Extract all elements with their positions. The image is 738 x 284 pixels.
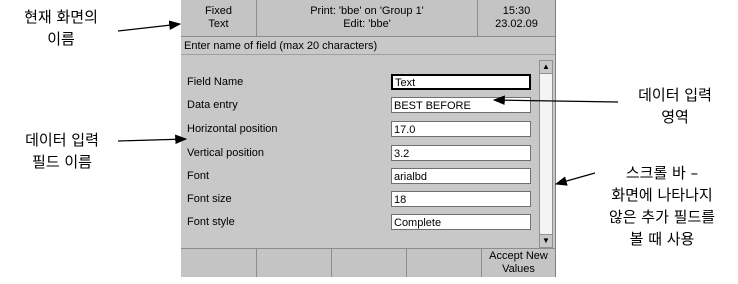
mode-indicator: Fixed Text [181, 0, 257, 37]
field-label: Font size [187, 193, 232, 205]
field-label: Font style [187, 216, 235, 228]
field-label: Font [187, 170, 210, 182]
field-row-field-name: Field Name Text [184, 74, 534, 92]
clock: 15:30 23.02.09 [478, 0, 555, 37]
field-name-input[interactable]: Text [391, 74, 531, 90]
print-status-line2: Edit: 'bbe' [343, 18, 391, 30]
print-status: Print: 'bbe' on 'Group 1' Edit: 'bbe' [257, 0, 478, 37]
mode-line1: Fixed [205, 5, 232, 17]
field-row-font: Font arialbd [184, 168, 534, 186]
font-input[interactable]: arialbd [391, 168, 531, 184]
annotation-data-area-line1: 데이터 입력 [638, 86, 712, 104]
mode-line2: Text [208, 18, 229, 30]
softkey-3[interactable] [332, 248, 407, 277]
field-row-vertical-position: Vertical position 3.2 [184, 145, 534, 163]
annotation-scroll-bar: 스크롤 바 – 화면에 나타나지 않은 추가 필드를 볼 때 사용 [590, 162, 734, 250]
annotation-scroll-bar-line2: 화면에 나타나지 [611, 186, 713, 204]
clock-date: 23.02.09 [495, 18, 538, 30]
annotation-field-names: 데이터 입력 필드 이름 [2, 129, 122, 173]
field-panel: Field Name Text Data entry BEST BEFORE H… [184, 60, 534, 246]
softkey-1[interactable] [181, 248, 257, 277]
field-row-horizontal-position: Horizontal position 17.0 [184, 121, 534, 139]
annotation-data-area-line2: 영역 [661, 108, 689, 126]
arrow-screen-name [117, 20, 182, 32]
softkey-2[interactable] [257, 248, 332, 277]
scroll-up-icon[interactable]: ▲ [540, 61, 552, 74]
annotation-screen-name-line2: 이름 [47, 30, 75, 48]
field-label: Field Name [187, 76, 244, 88]
annotation-scroll-bar-line3: 않은 추가 필드를 [608, 208, 716, 226]
accept-new-values-line1: Accept New [489, 250, 548, 262]
arrow-field-names [117, 134, 188, 145]
message-bar: Enter name of field (max 20 characters) [181, 37, 555, 55]
device-screen: Fixed Text Print: 'bbe' on 'Group 1' Edi… [181, 0, 556, 277]
scroll-bar[interactable]: ▲ ▼ [539, 60, 553, 248]
field-label: Data entry [187, 99, 238, 111]
clock-time: 15:30 [502, 5, 531, 17]
data-entry-input[interactable]: BEST BEFORE [391, 97, 531, 113]
accept-new-values-line2: Values [502, 263, 535, 275]
vertical-position-input[interactable]: 3.2 [391, 145, 531, 161]
annotation-data-area: 데이터 입력 영역 [620, 84, 730, 128]
scroll-down-icon[interactable]: ▼ [540, 234, 552, 247]
font-style-input[interactable]: Complete [391, 214, 531, 230]
accept-new-values-button[interactable]: Accept New Values [482, 248, 555, 277]
annotation-scroll-bar-line1: 스크롤 바 – [625, 164, 699, 182]
softkey-4[interactable] [407, 248, 482, 277]
annotation-field-names-line2: 필드 이름 [32, 153, 92, 171]
field-row-font-style: Font style Complete [184, 214, 534, 232]
horizontal-position-input[interactable]: 17.0 [391, 121, 531, 137]
field-row-font-size: Font size 18 [184, 191, 534, 209]
field-label: Horizontal position [187, 123, 278, 135]
annotation-scroll-bar-line4: 볼 때 사용 [629, 230, 695, 248]
print-status-line1: Print: 'bbe' on 'Group 1' [310, 5, 424, 17]
annotation-screen-name-line1: 현재 화면의 [24, 8, 98, 26]
font-size-input[interactable]: 18 [391, 191, 531, 207]
field-label: Vertical position [187, 147, 265, 159]
field-row-data-entry: Data entry BEST BEFORE [184, 97, 534, 115]
annotation-screen-name: 현재 화면의 이름 [6, 6, 116, 50]
annotation-field-names-line1: 데이터 입력 [25, 131, 99, 149]
